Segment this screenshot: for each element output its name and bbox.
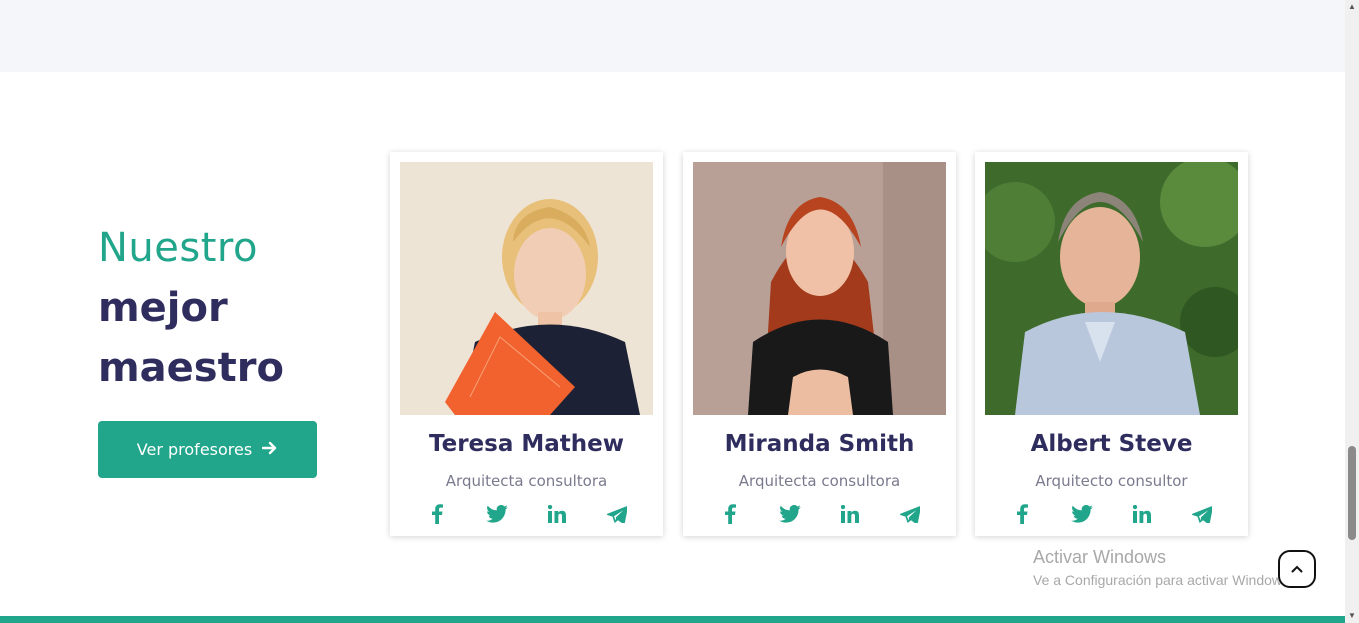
teacher-card: Miranda Smith Arquitecta consultora xyxy=(683,152,956,536)
social-links xyxy=(975,502,1248,526)
telegram-icon[interactable] xyxy=(1190,502,1214,526)
watermark-subtitle: Ve a Configuración para activar Windows. xyxy=(1033,572,1293,588)
facebook-icon[interactable] xyxy=(1010,502,1034,526)
twitter-icon[interactable] xyxy=(1070,502,1094,526)
scroll-to-top-button[interactable] xyxy=(1278,550,1316,588)
teacher-role: Arquitecta consultora xyxy=(738,472,901,490)
heading-line-3: maestro xyxy=(98,345,284,391)
social-links xyxy=(683,502,956,526)
teacher-card: Teresa Mathew Arquitecta consultora xyxy=(390,152,663,536)
windows-activation-watermark: Activar Windows Ve a Configuración para … xyxy=(1033,547,1293,588)
telegram-icon[interactable] xyxy=(605,502,629,526)
scroll-down-arrow-icon[interactable]: ▼ xyxy=(1345,609,1359,623)
page-viewport: Nuestro mejor maestro Ver profesores Ter… xyxy=(0,0,1345,623)
watermark-title: Activar Windows xyxy=(1033,547,1167,567)
teacher-role: Arquitecta consultora xyxy=(445,472,608,490)
social-links xyxy=(390,502,663,526)
linkedin-icon[interactable] xyxy=(545,502,569,526)
teacher-name: Miranda Smith xyxy=(724,431,915,457)
facebook-icon[interactable] xyxy=(718,502,742,526)
twitter-icon[interactable] xyxy=(485,502,509,526)
chevron-up-icon xyxy=(1291,560,1303,578)
footer-accent-band xyxy=(0,616,1345,623)
telegram-icon[interactable] xyxy=(898,502,922,526)
view-teachers-button[interactable]: Ver profesores xyxy=(98,421,317,478)
view-teachers-label: Ver profesores xyxy=(136,440,253,459)
teacher-photo xyxy=(400,162,653,415)
arrow-right-icon xyxy=(261,439,278,460)
heading-line-1: Nuestro xyxy=(98,225,258,271)
scroll-up-arrow-icon[interactable]: ▲ xyxy=(1345,0,1359,14)
page-scrollbar[interactable]: ▲ ▼ xyxy=(1345,0,1359,623)
teacher-card: Albert Steve Arquitecto consultor xyxy=(975,152,1248,536)
previous-section-band xyxy=(0,0,1345,72)
linkedin-icon[interactable] xyxy=(838,502,862,526)
section-heading: Nuestro mejor maestro xyxy=(98,218,284,398)
teacher-name: Albert Steve xyxy=(1030,431,1193,457)
teacher-photo xyxy=(693,162,946,415)
linkedin-icon[interactable] xyxy=(1130,502,1154,526)
teacher-name: Teresa Mathew xyxy=(428,431,625,457)
scrollbar-thumb[interactable] xyxy=(1348,446,1356,540)
teacher-photo xyxy=(985,162,1238,415)
heading-line-2: mejor xyxy=(98,285,228,331)
twitter-icon[interactable] xyxy=(778,502,802,526)
facebook-icon[interactable] xyxy=(425,502,449,526)
teacher-role: Arquitecto consultor xyxy=(1035,472,1188,490)
